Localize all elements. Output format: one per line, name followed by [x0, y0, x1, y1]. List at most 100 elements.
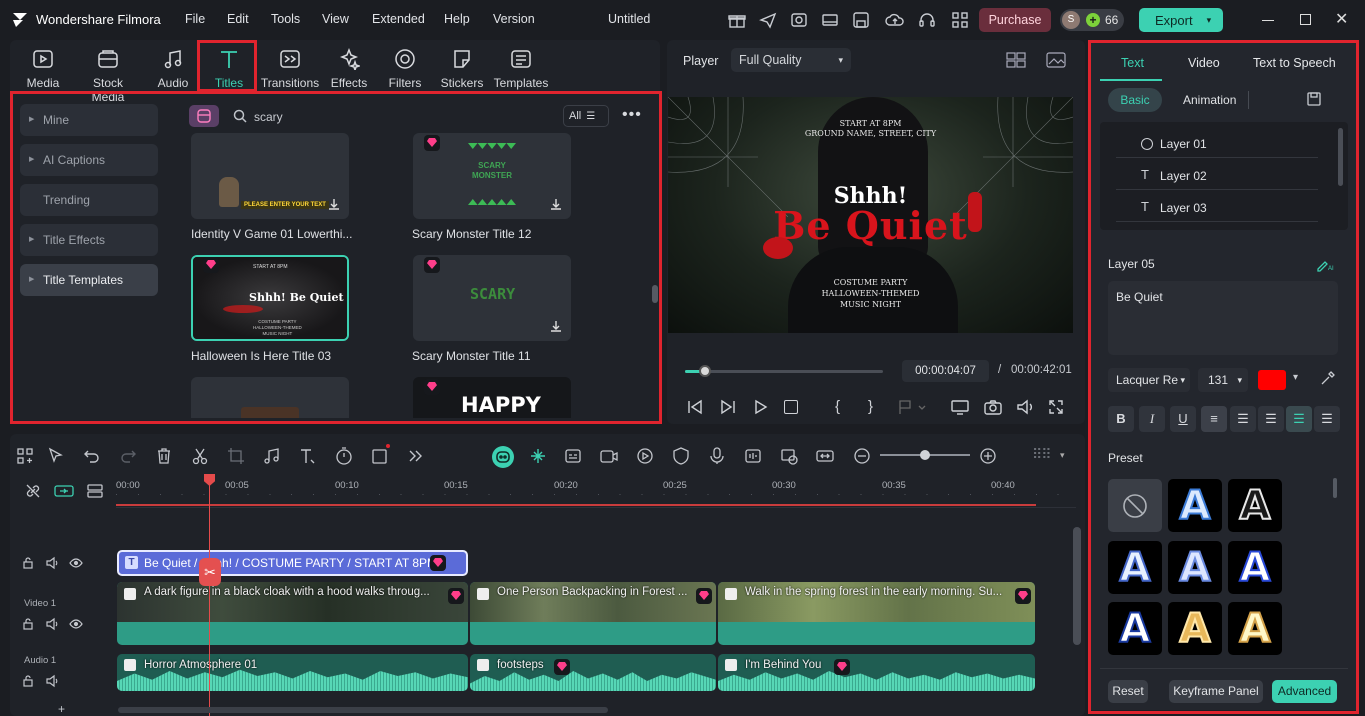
- tool-titles[interactable]: Titles: [201, 46, 257, 90]
- close-icon[interactable]: ✕: [1335, 9, 1348, 29]
- select-cursor-icon[interactable]: [46, 446, 66, 466]
- text-content-field[interactable]: Be Quiet: [1108, 281, 1338, 355]
- align-center-icon[interactable]: ☰: [1286, 406, 1312, 432]
- audio-clip[interactable]: I'm Behind You: [718, 654, 1035, 691]
- keyframe-panel-button[interactable]: Keyframe Panel: [1169, 680, 1263, 703]
- export-button[interactable]: Export ▾: [1139, 8, 1223, 32]
- tool-effects[interactable]: Effects: [321, 46, 377, 90]
- align-left-icon[interactable]: ☰: [1230, 406, 1256, 432]
- save-icon[interactable]: [851, 10, 871, 30]
- speed-timer-icon[interactable]: [334, 446, 354, 466]
- preset-style[interactable]: A: [1108, 541, 1162, 594]
- layout-grid-icon[interactable]: [15, 446, 35, 466]
- subtab-animation[interactable]: Animation: [1183, 93, 1236, 107]
- tab-text[interactable]: Text: [1121, 56, 1144, 70]
- playhead-knob[interactable]: [698, 365, 711, 377]
- preset-style[interactable]: A: [1228, 541, 1282, 594]
- tool-filters[interactable]: Filters: [377, 46, 433, 90]
- track-manager-icon[interactable]: [86, 483, 104, 499]
- fullscreen-icon[interactable]: [1047, 398, 1065, 416]
- tab-text-to-speech[interactable]: Text to Speech: [1253, 56, 1336, 70]
- sidebar-item-mine[interactable]: ▶ Mine: [20, 104, 158, 136]
- layer-item[interactable]: T Layer 02: [1116, 162, 1318, 190]
- video-clip[interactable]: Walk in the spring forest in the early m…: [718, 582, 1035, 645]
- eye-icon[interactable]: [69, 556, 83, 570]
- quality-dropdown[interactable]: Full Quality ▾: [731, 48, 851, 72]
- delete-trash-icon[interactable]: [154, 446, 174, 466]
- play-circle-icon[interactable]: [635, 446, 655, 466]
- cloud-render-icon[interactable]: [789, 10, 809, 30]
- account-credits[interactable]: S + 66: [1060, 9, 1124, 31]
- eyedropper-icon[interactable]: [1320, 370, 1336, 386]
- auto-caption-icon[interactable]: [563, 446, 583, 466]
- menu-view[interactable]: View: [322, 12, 349, 26]
- preset-none[interactable]: [1108, 479, 1162, 532]
- text-align-justify-vertical-icon[interactable]: ≡: [1201, 406, 1227, 432]
- split-scissors-icon[interactable]: [190, 446, 210, 466]
- text-tool-icon[interactable]: [298, 446, 318, 466]
- purchase-button[interactable]: Purchase: [979, 8, 1051, 32]
- frame-icon[interactable]: [370, 444, 390, 466]
- menu-file[interactable]: File: [185, 12, 205, 26]
- menu-edit[interactable]: Edit: [227, 12, 249, 26]
- microphone-icon[interactable]: [707, 446, 727, 466]
- split-scissors-icon[interactable]: ✂: [199, 558, 221, 586]
- video-clip[interactable]: A dark figure in a black cloak with a ho…: [117, 582, 468, 645]
- text-color-swatch[interactable]: [1258, 370, 1286, 390]
- sidebar-item-title-templates[interactable]: ▶ Title Templates: [20, 264, 158, 296]
- timeline-vertical-scrollbar[interactable]: [1073, 527, 1081, 645]
- gift-icon[interactable]: [727, 10, 747, 30]
- speaker-icon[interactable]: [45, 556, 59, 570]
- monitor-icon[interactable]: [820, 10, 840, 30]
- align-right-icon[interactable]: ☰: [1258, 406, 1284, 432]
- search-input[interactable]: scary: [254, 110, 283, 124]
- chevron-down-icon[interactable]: ▾: [1293, 372, 1298, 383]
- shield-icon[interactable]: [671, 446, 691, 466]
- advanced-button[interactable]: Advanced: [1272, 680, 1337, 703]
- zoom-out-icon[interactable]: [852, 446, 872, 466]
- chevron-down-icon[interactable]: ▾: [1060, 450, 1065, 461]
- minimize-icon[interactable]: [1262, 20, 1274, 21]
- menu-help[interactable]: Help: [444, 12, 470, 26]
- tab-video[interactable]: Video: [1188, 56, 1220, 70]
- video-preview[interactable]: START AT 8PM GROUND NAME, STREET, CITY S…: [668, 97, 1073, 333]
- template-thumb[interactable]: PLEASE ENTER YOUR TEXT: [191, 133, 349, 219]
- reset-button[interactable]: Reset: [1108, 680, 1148, 703]
- volume-icon[interactable]: [1015, 398, 1035, 416]
- ai-assistant-icon[interactable]: [492, 446, 514, 468]
- sidebar-item-ai-captions[interactable]: ▶ AI Captions: [20, 144, 158, 176]
- sidebar-item-title-effects[interactable]: ▶ Title Effects: [20, 224, 158, 256]
- layer-item[interactable]: Layer 01: [1116, 130, 1318, 158]
- layer-list-scrollbar[interactable]: [1338, 128, 1343, 186]
- undo-icon[interactable]: [82, 446, 102, 466]
- maximize-icon[interactable]: [1300, 14, 1311, 25]
- time-ruler[interactable]: 00:00 00:05 00:10 00:15 00:20 00:25 00:3…: [116, 476, 1076, 506]
- timeline-horizontal-scrollbar[interactable]: [118, 707, 608, 713]
- template-thumb[interactable]: [191, 377, 349, 418]
- title-clip[interactable]: T Be Quiet / Shhh! / COSTUME PARTY / STA…: [117, 550, 468, 576]
- audio-detach-icon[interactable]: [262, 446, 282, 466]
- menu-version[interactable]: Version: [493, 12, 535, 26]
- preset-style[interactable]: A: [1168, 541, 1222, 594]
- layer-item[interactable]: T Layer 03: [1116, 194, 1318, 222]
- speaker-icon[interactable]: [45, 674, 59, 688]
- screen-record-icon[interactable]: [599, 446, 619, 466]
- prev-frame-icon[interactable]: [685, 398, 705, 416]
- voiceover-icon[interactable]: [743, 446, 763, 466]
- apps-grid-icon[interactable]: [950, 10, 970, 30]
- ai-search-toggle[interactable]: [189, 105, 219, 127]
- snap-magnet-icon[interactable]: [528, 446, 548, 466]
- grip-dots-icon[interactable]: ⠿⠿: [1032, 446, 1051, 463]
- playback-progress[interactable]: [685, 370, 883, 373]
- tool-media[interactable]: Media: [15, 46, 71, 90]
- video-clip[interactable]: One Person Backpacking in Forest ...: [470, 582, 716, 645]
- align-justify-icon[interactable]: ☰: [1314, 406, 1340, 432]
- preset-style[interactable]: A: [1228, 479, 1282, 532]
- grid-view-icon[interactable]: [1006, 52, 1026, 68]
- more-tools-chevron-icon[interactable]: [406, 446, 426, 466]
- tool-templates[interactable]: Templates: [492, 46, 550, 90]
- crop-icon[interactable]: [226, 446, 246, 466]
- eye-icon[interactable]: [69, 617, 83, 631]
- image-icon[interactable]: [1046, 52, 1066, 68]
- sidebar-item-trending[interactable]: Trending: [20, 184, 158, 216]
